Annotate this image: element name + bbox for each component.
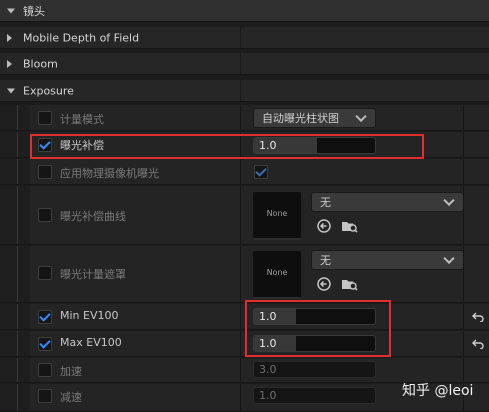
apply-physical-camera-checkbox[interactable]: [254, 165, 268, 179]
asset-thumbnail[interactable]: None: [253, 192, 301, 240]
row-metering-mask: 曝光计量遮罩 None 无: [0, 246, 489, 303]
expand-arrow-icon[interactable]: [7, 33, 12, 42]
browse-folder-icon[interactable]: [341, 277, 358, 291]
use-selected-arrow-icon[interactable]: [317, 277, 331, 291]
min-ev100-checkbox[interactable]: [38, 310, 52, 324]
max-ev100-input[interactable]: 1.0: [253, 335, 376, 352]
override-checkbox[interactable]: [38, 208, 52, 222]
chevron-down-icon: [443, 252, 455, 265]
min-ev100-input[interactable]: 1.0: [253, 308, 376, 325]
section-lens[interactable]: 镜头: [0, 0, 489, 22]
section-label: Bloom: [23, 57, 58, 70]
reset-to-default-icon[interactable]: [472, 339, 484, 349]
property-label: 减速: [60, 391, 82, 404]
override-checkbox[interactable]: [38, 111, 52, 125]
row-max-ev100: Max EV100 1.0: [0, 331, 489, 357]
chevron-down-icon: [443, 194, 455, 207]
collapse-arrow-icon[interactable]: [7, 8, 15, 13]
speed-up-checkbox[interactable]: [38, 363, 52, 377]
dropdown-value: 自动曝光柱状图: [262, 112, 339, 125]
metering-mode-dropdown[interactable]: 自动曝光柱状图: [253, 108, 376, 128]
property-label: 曝光补偿曲线: [60, 210, 126, 223]
section-label: Exposure: [23, 84, 74, 97]
browse-folder-icon[interactable]: [341, 219, 358, 233]
property-label: 应用物理摄像机曝光: [60, 167, 159, 180]
exposure-compensation-checkbox[interactable]: [38, 138, 52, 152]
chevron-down-icon: [355, 110, 367, 123]
override-checkbox[interactable]: [38, 266, 52, 280]
expand-arrow-icon[interactable]: [7, 59, 12, 68]
property-label: Max EV100: [60, 336, 122, 349]
mask-asset-dropdown[interactable]: 无: [311, 250, 464, 270]
property-label: 计量模式: [60, 113, 104, 126]
section-mobile-dof[interactable]: Mobile Depth of Field: [0, 27, 489, 49]
row-apply-physical-camera: 应用物理摄像机曝光: [0, 159, 489, 185]
speed-down-input[interactable]: 1.0: [253, 387, 376, 404]
speed-down-checkbox[interactable]: [38, 389, 52, 403]
collapse-arrow-icon[interactable]: [7, 88, 15, 93]
section-label: Mobile Depth of Field: [23, 31, 140, 44]
property-label: 曝光补偿: [60, 139, 104, 152]
watermark: 知乎 @leoi: [402, 383, 474, 399]
property-label: Min EV100: [60, 309, 119, 322]
max-ev100-checkbox[interactable]: [38, 337, 52, 351]
speed-up-input[interactable]: 3.0: [253, 361, 376, 378]
curve-asset-dropdown[interactable]: 无: [311, 192, 464, 212]
details-panel: 镜头 Mobile Depth of Field Bloom Exposure …: [0, 0, 489, 412]
section-bloom[interactable]: Bloom: [0, 53, 489, 75]
row-min-ev100: Min EV100 1.0: [0, 304, 489, 330]
use-selected-arrow-icon[interactable]: [317, 219, 331, 233]
property-label: 曝光计量遮罩: [60, 268, 126, 281]
section-exposure[interactable]: Exposure: [0, 80, 489, 102]
row-metering-mode: 计量模式 自动曝光柱状图: [0, 105, 489, 131]
property-label: 加速: [60, 365, 82, 378]
row-exposure-compensation: 曝光补偿 1.0: [0, 132, 489, 158]
exposure-compensation-input[interactable]: 1.0: [253, 137, 376, 154]
row-exposure-curve: 曝光补偿曲线 None 无: [0, 186, 489, 245]
override-checkbox[interactable]: [38, 165, 52, 179]
asset-thumbnail[interactable]: None: [253, 251, 301, 299]
section-label: 镜头: [23, 4, 45, 18]
reset-to-default-icon[interactable]: [472, 312, 484, 322]
